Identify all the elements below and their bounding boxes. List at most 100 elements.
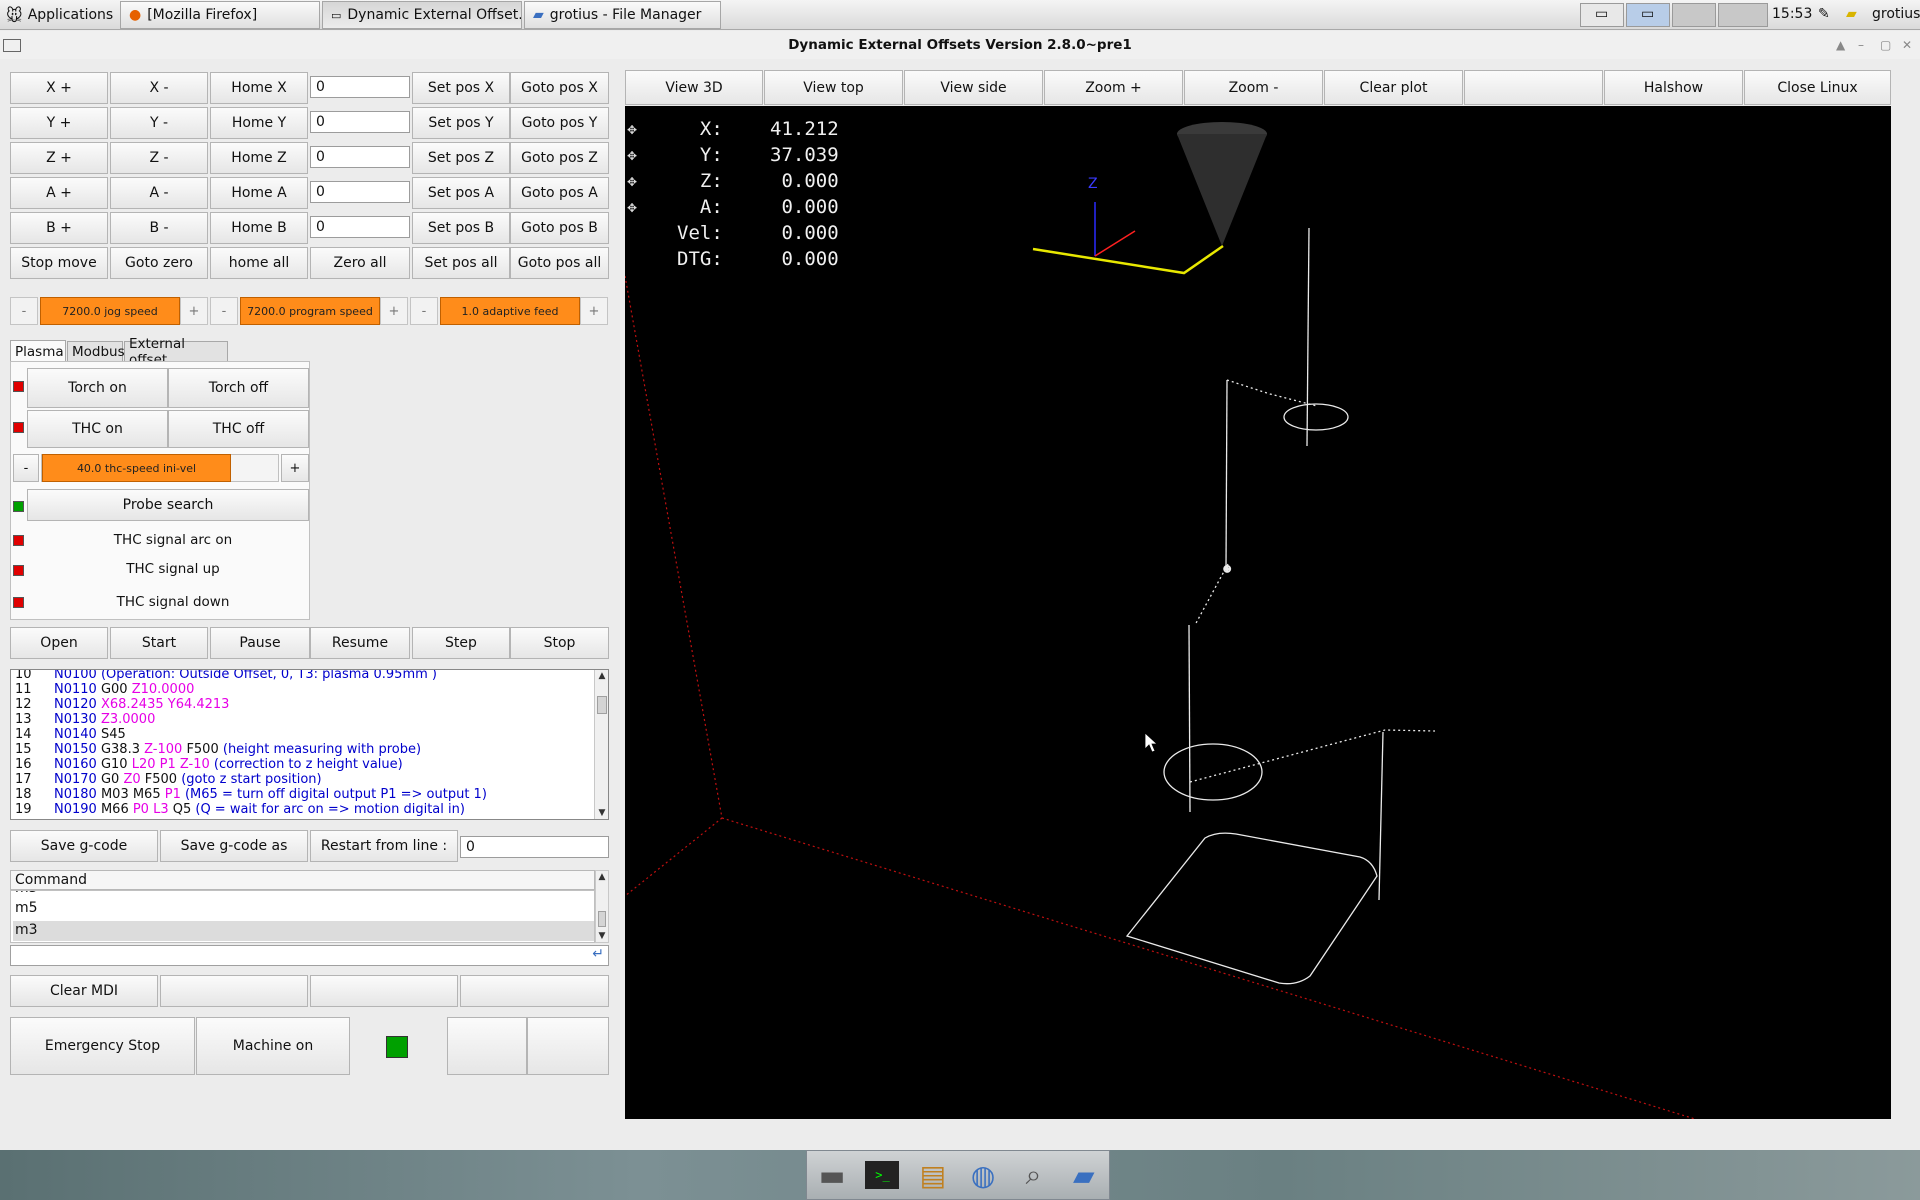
blank-button-2[interactable]: [310, 975, 458, 1007]
home-all-button[interactable]: home all: [210, 247, 308, 279]
home-x-button[interactable]: Home X: [210, 72, 308, 104]
gcode-line[interactable]: 15 N0150 G38.3 Z-100 F500 (height measuri…: [11, 742, 591, 757]
folder-icon[interactable]: ▰: [1064, 1156, 1104, 1194]
save-gcode-as-button[interactable]: Save g-code as: [160, 830, 308, 862]
jog-speed-plus[interactable]: +: [180, 297, 208, 325]
mdi-history-item[interactable]: m3: [13, 921, 594, 941]
applications-menu[interactable]: 🐭 Applications: [6, 4, 113, 26]
a-minus-button[interactable]: A -: [110, 177, 208, 209]
minimize-icon[interactable]: –: [1858, 38, 1864, 52]
thc-off-button[interactable]: THC off: [168, 410, 309, 448]
goto-pos-a-button[interactable]: Goto pos A: [510, 177, 609, 209]
b-plus-button[interactable]: B +: [10, 212, 108, 244]
b-minus-button[interactable]: B -: [110, 212, 208, 244]
z-minus-button[interactable]: Z -: [110, 142, 208, 174]
gcode-line[interactable]: 12 N0120 X68.2435 Y64.4213: [11, 697, 591, 712]
scroll-thumb[interactable]: [598, 911, 606, 927]
notes-icon[interactable]: ▰: [1846, 6, 1857, 22]
task-dynamic-offsets[interactable]: ▭ Dynamic External Offset...: [322, 1, 522, 29]
tab-modbus[interactable]: Modbus: [67, 341, 125, 361]
tab-external-offset[interactable]: External offset: [124, 336, 228, 368]
workspace-2[interactable]: ▭: [1626, 3, 1670, 27]
gcode-line[interactable]: 16 N0160 G10 L20 P1 Z-10 (correction to z…: [11, 757, 591, 772]
thc-speed-slider[interactable]: 40.0 thc-speed ini-vel: [41, 454, 279, 482]
tab-plasma[interactable]: Plasma: [10, 340, 66, 362]
a-value-field[interactable]: 0: [310, 181, 410, 203]
workspace-1[interactable]: ▭: [1580, 3, 1624, 27]
goto-zero-button[interactable]: Goto zero: [110, 247, 208, 279]
program-speed-bar[interactable]: 7200.0 program speed: [240, 297, 380, 325]
resume-button[interactable]: Resume: [310, 627, 410, 659]
scroll-down-icon[interactable]: ▼: [595, 808, 608, 818]
halshow-button[interactable]: Halshow: [1604, 70, 1743, 105]
mdi-history[interactable]: m3 m5 m3: [10, 890, 595, 943]
scroll-up-icon[interactable]: ▲: [595, 671, 608, 681]
web-browser-icon[interactable]: ◍: [963, 1156, 1003, 1194]
file-cabinet-icon[interactable]: ▤: [913, 1156, 953, 1194]
home-y-button[interactable]: Home Y: [210, 107, 308, 139]
set-pos-z-button[interactable]: Set pos Z: [412, 142, 510, 174]
home-a-button[interactable]: Home A: [210, 177, 308, 209]
mdi-history-item[interactable]: m5: [13, 899, 594, 919]
blank-view-button[interactable]: [1464, 70, 1603, 105]
x-plus-button[interactable]: X +: [10, 72, 108, 104]
x-value-field[interactable]: 0: [310, 76, 410, 98]
gcode-line[interactable]: 10 N0100 (Operation: Outside Offset, 0, T…: [11, 670, 591, 682]
enter-icon[interactable]: ↵: [592, 946, 604, 962]
show-desktop-icon[interactable]: ▬: [812, 1156, 852, 1194]
stop-button[interactable]: Stop: [510, 627, 609, 659]
thc-speed-plus[interactable]: +: [281, 454, 309, 482]
step-button[interactable]: Step: [412, 627, 510, 659]
program-speed-minus[interactable]: -: [210, 297, 238, 325]
start-button[interactable]: Start: [110, 627, 208, 659]
set-pos-y-button[interactable]: Set pos Y: [412, 107, 510, 139]
mdi-input[interactable]: ↵: [10, 945, 609, 966]
y-plus-button[interactable]: Y +: [10, 107, 108, 139]
window-menu-icon[interactable]: [3, 39, 21, 52]
terminal-icon[interactable]: >_: [862, 1156, 902, 1194]
view-side-button[interactable]: View side: [904, 70, 1043, 105]
home-b-button[interactable]: Home B: [210, 212, 308, 244]
probe-search-button[interactable]: Probe search: [27, 489, 309, 521]
home-z-button[interactable]: Home Z: [210, 142, 308, 174]
torch-off-button[interactable]: Torch off: [168, 368, 309, 408]
z-plus-button[interactable]: Z +: [10, 142, 108, 174]
blank-button-1[interactable]: [160, 975, 308, 1007]
goto-pos-x-button[interactable]: Goto pos X: [510, 72, 609, 104]
close-linux-button[interactable]: Close Linux: [1744, 70, 1891, 105]
workspace-4[interactable]: [1718, 3, 1768, 27]
adaptive-feed-bar[interactable]: 1.0 adaptive feed: [440, 297, 580, 325]
a-plus-button[interactable]: A +: [10, 177, 108, 209]
restart-line-field[interactable]: 0: [460, 836, 609, 858]
goto-pos-z-button[interactable]: Goto pos Z: [510, 142, 609, 174]
task-firefox[interactable]: ● [Mozilla Firefox]: [120, 1, 320, 29]
workspace-3[interactable]: [1672, 3, 1716, 27]
save-gcode-button[interactable]: Save g-code: [10, 830, 158, 862]
adaptive-feed-plus[interactable]: +: [580, 297, 608, 325]
restart-from-line-button[interactable]: Restart from line :: [310, 830, 458, 862]
blank-button-4[interactable]: [447, 1017, 527, 1075]
gcode-line[interactable]: 18 N0180 M03 M65 P1 (M65 = turn off digit…: [11, 787, 591, 802]
jog-speed-bar[interactable]: 7200.0 jog speed: [40, 297, 180, 325]
zoom-in-button[interactable]: Zoom +: [1044, 70, 1183, 105]
view-3d-button[interactable]: View 3D: [625, 70, 763, 105]
gcode-line[interactable]: 11 N0110 G00 Z10.0000: [11, 682, 591, 697]
b-value-field[interactable]: 0: [310, 216, 410, 238]
z-value-field[interactable]: 0: [310, 146, 410, 168]
goto-pos-b-button[interactable]: Goto pos B: [510, 212, 609, 244]
gcode-line[interactable]: 14 N0140 S45: [11, 727, 591, 742]
set-pos-x-button[interactable]: Set pos X: [412, 72, 510, 104]
gcode-line[interactable]: 19 N0190 M66 P0 L3 Q5 (Q = wait for arc o…: [11, 802, 591, 817]
gcode-scrollbar[interactable]: ▲ ▼: [594, 670, 608, 819]
pause-button[interactable]: Pause: [210, 627, 310, 659]
open-button[interactable]: Open: [10, 627, 108, 659]
scroll-down-icon[interactable]: ▼: [596, 931, 608, 941]
close-icon[interactable]: ✕: [1902, 38, 1912, 52]
search-icon[interactable]: ⌕: [1013, 1156, 1053, 1194]
set-pos-a-button[interactable]: Set pos A: [412, 177, 510, 209]
zoom-out-button[interactable]: Zoom -: [1184, 70, 1323, 105]
zero-all-button[interactable]: Zero all: [310, 247, 410, 279]
emergency-stop-button[interactable]: Emergency Stop: [10, 1017, 195, 1075]
jog-speed-minus[interactable]: -: [10, 297, 38, 325]
thc-on-button[interactable]: THC on: [27, 410, 168, 448]
